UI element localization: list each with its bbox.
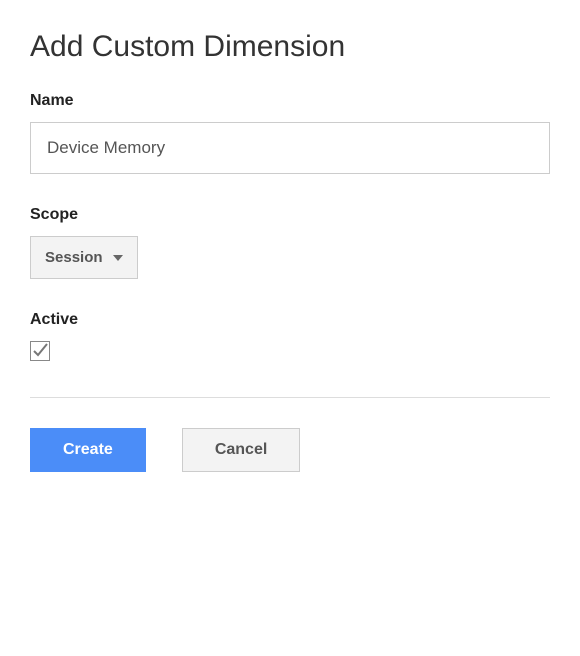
create-button[interactable]: Create [30,428,146,472]
scope-label: Scope [30,206,550,224]
cancel-button[interactable]: Cancel [182,428,300,472]
name-input[interactable] [30,122,550,174]
page-title: Add Custom Dimension [30,30,550,64]
active-checkbox[interactable] [30,341,50,361]
divider [30,397,550,398]
active-field-group: Active [30,311,550,365]
button-row: Create Cancel [30,428,550,472]
checkmark-icon [31,342,49,360]
name-field-group: Name [30,92,550,174]
name-label: Name [30,92,550,110]
scope-selected-value: Session [45,249,103,266]
chevron-down-icon [113,255,123,261]
active-label: Active [30,311,550,329]
scope-dropdown[interactable]: Session [30,236,138,279]
scope-field-group: Scope Session [30,206,550,279]
